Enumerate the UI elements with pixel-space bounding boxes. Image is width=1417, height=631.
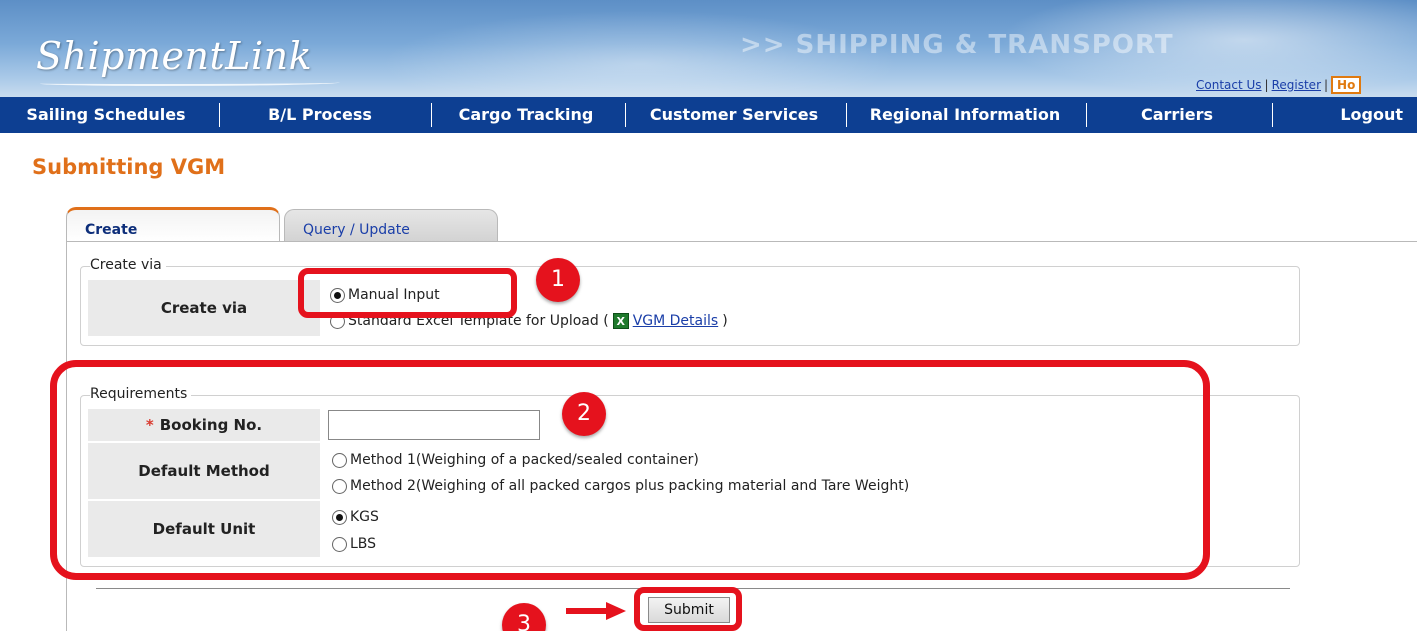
register-link[interactable]: Register — [1272, 78, 1321, 92]
top-links: Contact Us | Register | Ho — [1196, 76, 1362, 94]
home-link[interactable]: Ho — [1331, 76, 1362, 94]
annotation-marker-2: 2 — [562, 392, 606, 436]
tab-label: Query / Update — [303, 222, 410, 238]
annotation-marker-1: 1 — [536, 258, 580, 302]
create-via-legend: Create via — [90, 257, 166, 273]
main-nav: Sailing Schedules B/L Process Cargo Trac… — [0, 97, 1417, 133]
page-title: Submitting VGM — [32, 155, 226, 179]
banner-tagline: >> SHIPPING & TRANSPORT — [740, 30, 1174, 60]
excel-icon: X — [612, 313, 629, 329]
link-separator: | — [1264, 78, 1269, 92]
close-paren: ) — [722, 313, 728, 329]
annotation-box-2 — [50, 360, 1210, 580]
tab-label: Create — [85, 222, 138, 238]
link-separator: | — [1324, 78, 1329, 92]
create-via-label: Create via — [88, 280, 320, 336]
contact-us-link[interactable]: Contact Us — [1196, 78, 1262, 92]
logo-swoosh — [40, 80, 340, 86]
nav-logout[interactable]: Logout — [1272, 97, 1417, 133]
nav-cargo-tracking[interactable]: Cargo Tracking — [431, 97, 621, 133]
tab-query-update[interactable]: Query / Update — [284, 209, 498, 243]
nav-bl-process[interactable]: B/L Process — [219, 97, 421, 133]
header-banner: ShipmentLink >> SHIPPING & TRANSPORT Con… — [0, 0, 1417, 97]
site-logo[interactable]: ShipmentLink — [36, 34, 312, 78]
nav-carriers[interactable]: Carriers — [1086, 97, 1268, 133]
nav-customer-services[interactable]: Customer Services — [625, 97, 843, 133]
nav-regional-information[interactable]: Regional Information — [846, 97, 1084, 133]
annotation-box-3 — [634, 587, 742, 631]
nav-sailing-schedules[interactable]: Sailing Schedules — [0, 97, 212, 133]
annotation-arrow-icon — [566, 602, 626, 620]
tab-create[interactable]: Create — [66, 207, 280, 241]
annotation-box-1 — [298, 268, 517, 318]
vgm-details-link[interactable]: VGM Details — [633, 313, 719, 329]
